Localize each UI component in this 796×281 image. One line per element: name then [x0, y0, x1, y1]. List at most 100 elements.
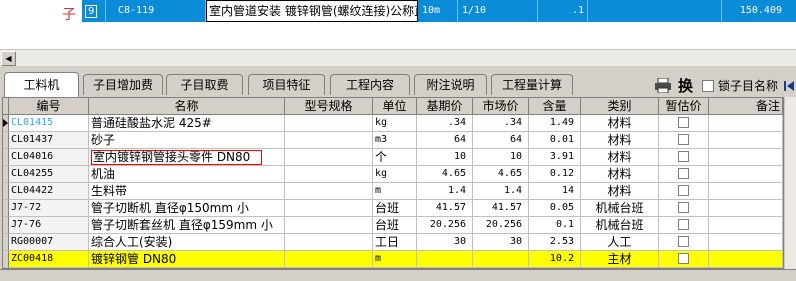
- cell-spec[interactable]: [285, 251, 373, 268]
- cell-market-price[interactable]: 30: [473, 234, 529, 251]
- table-row[interactable]: RG00007 综合人工(安装) 工日 30 30 2.53 人工: [3, 234, 783, 251]
- tab-notes[interactable]: 附注说明: [414, 74, 487, 95]
- cell-market-price[interactable]: [473, 251, 529, 268]
- cell-remark[interactable]: [709, 166, 783, 183]
- cell-unit[interactable]: m: [373, 183, 417, 200]
- cell-market-price[interactable]: 20.256: [473, 217, 529, 234]
- table-row[interactable]: CL01415 普通硅酸盐水泥 425# kg .34 .34 1.49 材料: [3, 115, 783, 132]
- tab-features[interactable]: 项目特征: [248, 74, 325, 95]
- cell-name-editing[interactable]: 室内镀锌钢管接头零件 DN80: [89, 149, 285, 166]
- cell-name[interactable]: 普通硅酸盐水泥 425#: [89, 115, 285, 132]
- cell-code[interactable]: CL04016: [9, 149, 89, 166]
- cell-base-price[interactable]: .34: [417, 115, 473, 132]
- cell-code[interactable]: RG00007: [9, 234, 89, 251]
- cell-spec[interactable]: [285, 115, 373, 132]
- cell-content[interactable]: 0.01: [529, 132, 581, 149]
- provisional-checkbox[interactable]: [678, 134, 689, 145]
- cell-code[interactable]: CL04255: [9, 166, 89, 183]
- cell-unit[interactable]: 个: [373, 149, 417, 166]
- provisional-checkbox[interactable]: [678, 185, 689, 196]
- tab-work-content[interactable]: 工程内容: [330, 74, 410, 95]
- cell-market-price[interactable]: 10: [473, 149, 529, 166]
- cell-type[interactable]: 材料: [581, 183, 659, 200]
- cell-market-price[interactable]: 4.65: [473, 166, 529, 183]
- cell-base-price[interactable]: [417, 251, 473, 268]
- cell-spec[interactable]: [285, 200, 373, 217]
- cell-unit[interactable]: kg: [373, 166, 417, 183]
- table-row-main-material[interactable]: ZC00418 镀锌钢管 DN80 m 10.2 主材: [3, 251, 783, 268]
- cell-type[interactable]: 材料: [581, 132, 659, 149]
- cell-remark[interactable]: [709, 251, 783, 268]
- cell-market-price[interactable]: .34: [473, 115, 529, 132]
- cell-spec[interactable]: [285, 132, 373, 149]
- col-header-remark[interactable]: 备注: [709, 98, 783, 115]
- cell-market-price[interactable]: 64: [473, 132, 529, 149]
- name-edit-box[interactable]: 室内镀锌钢管接头零件 DN80: [91, 150, 262, 165]
- cell-remark[interactable]: [709, 217, 783, 234]
- cell-unit[interactable]: 台班: [373, 217, 417, 234]
- cell-base-price[interactable]: 10: [417, 149, 473, 166]
- cell-code[interactable]: J7-76: [9, 217, 89, 234]
- cell-spec[interactable]: [285, 166, 373, 183]
- cell-base-price[interactable]: 20.256: [417, 217, 473, 234]
- cell-type[interactable]: 机械台班: [581, 217, 659, 234]
- cell-code[interactable]: ZC00418: [9, 251, 89, 268]
- first-record-icon[interactable]: [784, 81, 794, 91]
- col-header-type[interactable]: 类别: [581, 98, 659, 115]
- cell-spec[interactable]: [285, 183, 373, 200]
- provisional-checkbox[interactable]: [678, 236, 689, 247]
- cell-unit[interactable]: m3: [373, 132, 417, 149]
- scroll-left-icon[interactable]: ◀: [1, 51, 16, 66]
- tab-extra-fees[interactable]: 子目增加费: [83, 74, 163, 95]
- horizontal-scrollbar[interactable]: ◀: [0, 49, 796, 67]
- cell-type[interactable]: 主材: [581, 251, 659, 268]
- cell-type[interactable]: 材料: [581, 149, 659, 166]
- cell-base-price[interactable]: 30: [417, 234, 473, 251]
- cell-content[interactable]: 2.53: [529, 234, 581, 251]
- cell-content[interactable]: 3.91: [529, 149, 581, 166]
- cell-unit[interactable]: 台班: [373, 200, 417, 217]
- cell-remark[interactable]: [709, 115, 783, 132]
- col-header-provisional[interactable]: 暂估价: [659, 98, 709, 115]
- cell-market-price[interactable]: 41.57: [473, 200, 529, 217]
- table-row[interactable]: CL04016 室内镀锌钢管接头零件 DN80 个 10 10 3.91 材料: [3, 149, 783, 166]
- quota-row-selected[interactable]: 子 9 C8-119 室内管道安装 镀锌钢管(螺纹连接)公称直径 10m 1/1…: [0, 0, 796, 22]
- cell-market-price[interactable]: 1.4: [473, 183, 529, 200]
- cell-remark[interactable]: [709, 183, 783, 200]
- printer-icon[interactable]: [655, 78, 671, 93]
- table-row[interactable]: J7-76 管子切断套丝机 直径φ159mm 小 台班 20.256 20.25…: [3, 217, 783, 234]
- tab-materials[interactable]: 工料机: [4, 72, 79, 97]
- provisional-checkbox[interactable]: [678, 202, 689, 213]
- table-row[interactable]: CL04422 生料带 m 1.4 1.4 14 材料: [3, 183, 783, 200]
- cell-spec[interactable]: [285, 149, 373, 166]
- cell-code[interactable]: CL01437: [9, 132, 89, 149]
- col-header-unit[interactable]: 单位: [373, 98, 417, 115]
- cell-content[interactable]: 14: [529, 183, 581, 200]
- cell-code[interactable]: CL04422: [9, 183, 89, 200]
- cell-remark[interactable]: [709, 149, 783, 166]
- quota-unit[interactable]: 10m: [418, 0, 458, 22]
- cell-content[interactable]: 10.2: [529, 251, 581, 268]
- col-header-name[interactable]: 名称: [89, 98, 285, 115]
- cell-base-price[interactable]: 4.65: [417, 166, 473, 183]
- cell-content[interactable]: 0.12: [529, 166, 581, 183]
- cell-type[interactable]: 机械台班: [581, 200, 659, 217]
- col-header-code[interactable]: 编号: [9, 98, 89, 115]
- cell-name[interactable]: 砂子: [89, 132, 285, 149]
- cell-unit[interactable]: 工日: [373, 234, 417, 251]
- replace-button[interactable]: 换: [678, 75, 693, 96]
- cell-content[interactable]: 0.05: [529, 200, 581, 217]
- cell-name[interactable]: 生料带: [89, 183, 285, 200]
- cell-type[interactable]: 材料: [581, 115, 659, 132]
- cell-remark[interactable]: [709, 132, 783, 149]
- cell-base-price[interactable]: 41.57: [417, 200, 473, 217]
- provisional-checkbox[interactable]: [678, 253, 689, 264]
- tab-fee-taking[interactable]: 子目取费: [166, 74, 243, 95]
- cell-name[interactable]: 管子切断机 直径φ150mm 小: [89, 200, 285, 217]
- quota-name-field[interactable]: 室内管道安装 镀锌钢管(螺纹连接)公称直径: [206, 0, 418, 22]
- quota-quantity[interactable]: .1: [538, 0, 588, 22]
- col-header-market-price[interactable]: 市场价: [473, 98, 529, 115]
- cell-unit[interactable]: m: [373, 251, 417, 268]
- cell-code[interactable]: CL01415: [9, 115, 89, 132]
- cell-base-price[interactable]: 1.4: [417, 183, 473, 200]
